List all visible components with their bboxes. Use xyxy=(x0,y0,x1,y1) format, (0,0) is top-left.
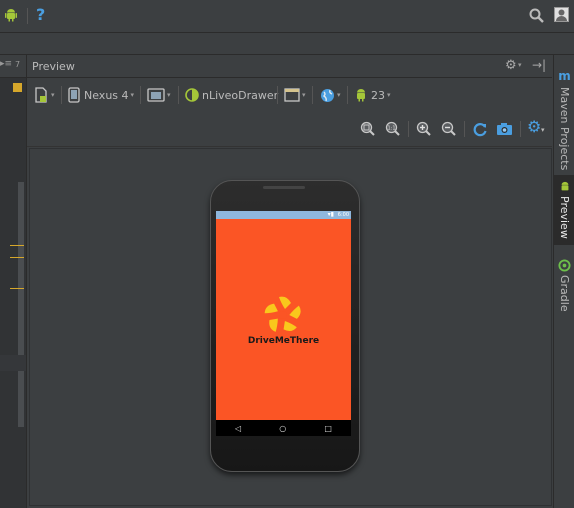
help-icon[interactable]: ? xyxy=(36,5,45,24)
android-icon[interactable] xyxy=(3,7,19,23)
nav-recent-button[interactable]: □ xyxy=(324,424,332,433)
app-name: DriveMeThere xyxy=(247,336,320,346)
change-marker xyxy=(10,288,24,289)
preview-title: Preview xyxy=(32,60,75,73)
activity-icon xyxy=(284,88,300,102)
chevron-down-icon[interactable]: ▾ xyxy=(518,61,522,69)
nav-back-button[interactable]: ◁ xyxy=(235,424,241,433)
navigation-bar: ◁ ○ □ xyxy=(216,420,351,436)
camera-icon[interactable] xyxy=(496,121,513,136)
highlighted-line xyxy=(0,355,26,371)
preview-header: Preview ⚙ ▾ →| xyxy=(27,55,552,78)
device-menu[interactable]: Nexus 4 ▾ xyxy=(68,86,134,104)
toolbar-separator xyxy=(27,8,28,24)
tab-maven-projects[interactable]: m Maven Projects xyxy=(554,65,574,175)
theme-label: nLiveoDrawer xyxy=(202,88,279,102)
phone-icon xyxy=(68,87,80,103)
hide-panel-icon[interactable]: →| xyxy=(532,58,546,72)
zoom-toolbar: 1:1 ⚙ ▾ xyxy=(27,112,552,147)
gradle-icon xyxy=(558,259,571,272)
android-icon xyxy=(357,89,365,102)
settings-icon[interactable]: ⚙ xyxy=(527,117,541,136)
layout-file-menu[interactable]: ▾ xyxy=(33,86,55,104)
refresh-icon[interactable] xyxy=(472,121,488,137)
right-tool-strip: m Maven Projects Preview Gradle xyxy=(553,55,574,508)
maven-icon: m xyxy=(558,69,571,84)
api-level-label: 23 xyxy=(371,88,385,102)
chevron-down-icon[interactable]: ▾ xyxy=(541,126,545,134)
toolbar-separator xyxy=(408,121,409,137)
search-icon[interactable] xyxy=(528,7,544,23)
scrollbar[interactable] xyxy=(18,182,24,427)
signal-icon: ▾▮ xyxy=(327,211,334,218)
zoom-out-icon[interactable] xyxy=(441,121,456,136)
toolbar-separator xyxy=(312,86,313,104)
app-logo-icon xyxy=(264,294,302,334)
preview-toolbar: ▾ Nexus 4 ▾ ▾ nLiveoDrawer ▾ ▾ 23 ▾ xyxy=(27,78,552,112)
status-bar: ▾▮ 6:00 xyxy=(216,211,351,219)
zoom-fit-icon[interactable] xyxy=(360,121,375,136)
layout-file-icon xyxy=(35,87,47,103)
theme-menu[interactable]: nLiveoDrawer xyxy=(185,86,278,104)
toolbar-separator xyxy=(277,86,278,104)
toolbar-separator xyxy=(178,86,179,104)
toolbar-separator xyxy=(140,86,141,104)
gear-icon[interactable]: ⚙ xyxy=(505,58,517,73)
tab-preview[interactable]: Preview xyxy=(554,175,574,245)
user-icon[interactable] xyxy=(553,6,569,22)
secondary-bar xyxy=(0,33,574,55)
orientation-icon xyxy=(147,88,165,102)
toolbar-separator xyxy=(61,86,62,104)
tab-preview-label: Preview xyxy=(558,196,571,239)
zoom-actual-icon[interactable]: 1:1 xyxy=(385,121,400,136)
api-level-menu[interactable]: 23 ▾ xyxy=(354,86,391,104)
activity-menu[interactable]: ▾ xyxy=(284,86,306,104)
device-label: Nexus 4 xyxy=(84,88,129,102)
change-marker xyxy=(10,245,24,246)
tab-gradle[interactable]: Gradle xyxy=(554,255,574,315)
zoom-in-icon[interactable] xyxy=(416,121,431,136)
android-icon xyxy=(561,181,568,191)
nav-home-button[interactable]: ○ xyxy=(279,424,286,433)
change-marker xyxy=(10,257,24,258)
locale-menu[interactable]: ▾ xyxy=(320,86,341,104)
tab-gradle-label: Gradle xyxy=(558,274,571,312)
tab-maven-label: Maven Projects xyxy=(558,87,571,171)
status-time: 6:00 xyxy=(337,212,349,218)
svg-text:1:1: 1:1 xyxy=(387,126,395,132)
toolbar-separator xyxy=(347,86,348,104)
theme-icon xyxy=(185,88,199,102)
warning-marker[interactable] xyxy=(13,83,22,92)
left-strip-label: 7 xyxy=(15,60,21,69)
main-toolbar: ? xyxy=(0,0,574,33)
orientation-menu[interactable]: ▾ xyxy=(147,86,171,104)
globe-icon xyxy=(321,88,334,102)
structure-icon[interactable]: ▸≡ xyxy=(0,59,12,69)
left-strip-header: ▸≡ 7 xyxy=(0,55,26,78)
speaker-grille xyxy=(263,186,305,189)
toolbar-separator xyxy=(464,121,465,137)
toolbar-separator xyxy=(520,121,521,137)
